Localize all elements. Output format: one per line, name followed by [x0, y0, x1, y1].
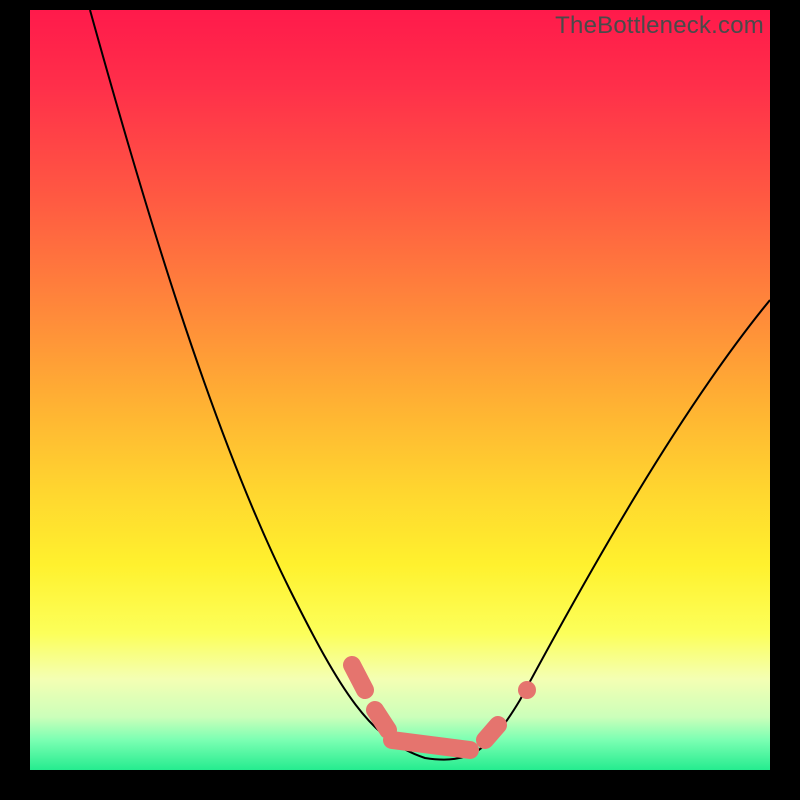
valley-markers — [352, 665, 498, 750]
valley-marker-dot — [518, 681, 536, 699]
curve-svg — [30, 10, 770, 770]
watermark-text: TheBottleneck.com — [555, 12, 764, 40]
chart-frame: TheBottleneck.com — [0, 0, 800, 800]
bottleneck-curve — [90, 10, 770, 760]
plot-area — [30, 10, 770, 770]
